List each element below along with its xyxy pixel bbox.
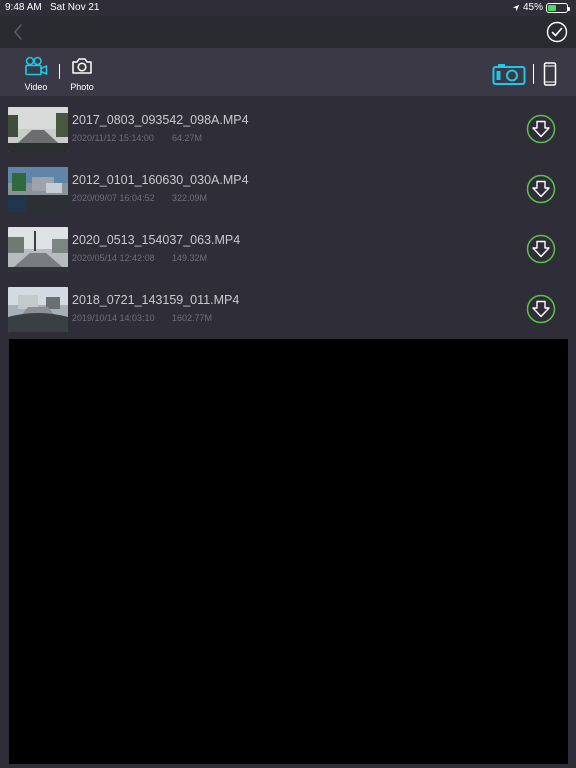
battery-fill: [548, 4, 557, 11]
confirm-button[interactable]: [546, 21, 568, 43]
location-arrow-icon: [512, 4, 520, 11]
status-indicators: 45%: [512, 2, 570, 13]
file-date: 2020/09/07 16:04:52: [72, 193, 155, 203]
tab-divider: [59, 64, 60, 79]
back-button[interactable]: [8, 21, 30, 43]
list-item[interactable]: 2017_0803_093542_098A.MP4 2020/11/12 15:…: [0, 100, 576, 160]
tab-video-label: Video: [24, 82, 48, 92]
video-thumbnail[interactable]: [8, 107, 68, 152]
download-button[interactable]: [526, 174, 556, 204]
file-date: 2020/05/14 12:42:08: [72, 253, 155, 263]
phone-source-button[interactable]: [543, 62, 557, 86]
file-size: 149.32M: [172, 253, 208, 263]
navigation-bar: [0, 16, 576, 48]
video-thumbnail[interactable]: [8, 287, 68, 332]
file-date: 2020/11/12 15:14:00: [72, 133, 154, 143]
file-size: 322.09M: [172, 193, 208, 203]
list-item[interactable]: 2012_0101_160630_030A.MP4 2020/09/07 16:…: [0, 160, 576, 220]
battery-icon: [546, 2, 570, 13]
photo-camera-icon: [72, 58, 92, 74]
file-list: 2017_0803_093542_098A.MP4 2020/11/12 15:…: [0, 100, 576, 340]
video-thumbnail[interactable]: [8, 227, 68, 272]
file-size: 1602.77M: [172, 313, 213, 323]
file-name: 2017_0803_093542_098A.MP4: [72, 113, 249, 127]
video-thumbnail[interactable]: [8, 167, 68, 212]
download-button[interactable]: [526, 114, 556, 144]
video-camera-icon: [25, 56, 48, 76]
status-bar: 9:48 AM Sat Nov 21 45%: [0, 0, 576, 16]
video-player[interactable]: [9, 339, 568, 764]
status-time: 9:48 AM: [5, 2, 42, 13]
source-divider: [533, 64, 534, 84]
list-item[interactable]: 2018_0721_143159_011.MP4 2019/10/14 14:0…: [0, 280, 576, 340]
file-date: 2019/10/14 14:03:10: [72, 313, 155, 323]
file-name: 2018_0721_143159_011.MP4: [72, 293, 240, 307]
media-toolbar: Video Photo: [0, 48, 576, 96]
file-name: 2020_0513_154037_063.MP4: [72, 233, 241, 247]
dashcam-source-button[interactable]: [492, 62, 526, 86]
file-name: 2012_0101_160630_030A.MP4: [72, 173, 249, 187]
download-button[interactable]: [526, 234, 556, 264]
status-date: Sat Nov 21: [50, 2, 100, 13]
tab-video[interactable]: Video: [16, 56, 56, 92]
tab-photo-label: Photo: [70, 82, 94, 92]
battery-percent: 45%: [522, 2, 543, 13]
tab-photo[interactable]: Photo: [62, 56, 102, 92]
file-size: 64.27M: [172, 133, 203, 143]
download-button[interactable]: [526, 294, 556, 324]
list-item[interactable]: 2020_0513_154037_063.MP4 2020/05/14 12:4…: [0, 220, 576, 280]
battery-tip: [568, 6, 570, 11]
